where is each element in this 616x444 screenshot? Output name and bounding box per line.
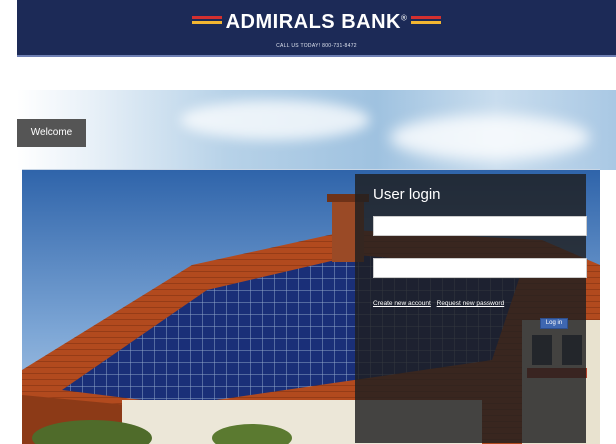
stripes-left-icon <box>191 15 222 26</box>
create-account-link[interactable]: Create new account <box>373 300 431 307</box>
brand-logo[interactable]: ADMIRALS BANK® <box>17 11 616 34</box>
cloud-decoration <box>180 100 370 140</box>
site-header: ADMIRALS BANK® CALL US TODAY! 800-731-84… <box>17 0 616 57</box>
login-title: User login <box>373 186 441 203</box>
brand-name: ADMIRALS BANK <box>225 11 401 33</box>
phone-banner: CALL US TODAY! 800-731-8472 <box>276 43 357 49</box>
stripes-right-icon <box>411 15 442 26</box>
login-panel: User login Create new account Request ne… <box>355 174 587 443</box>
trademark-symbol: ® <box>400 13 408 23</box>
cloud-decoration <box>390 115 590 160</box>
header-divider <box>17 55 616 57</box>
password-input[interactable] <box>373 258 587 278</box>
welcome-tab[interactable]: Welcome <box>17 119 86 147</box>
request-password-link[interactable]: Request new password <box>437 300 505 307</box>
username-input[interactable] <box>373 216 587 236</box>
account-links: Create new account Request new password <box>373 300 508 307</box>
login-button[interactable]: Log in <box>540 318 568 329</box>
